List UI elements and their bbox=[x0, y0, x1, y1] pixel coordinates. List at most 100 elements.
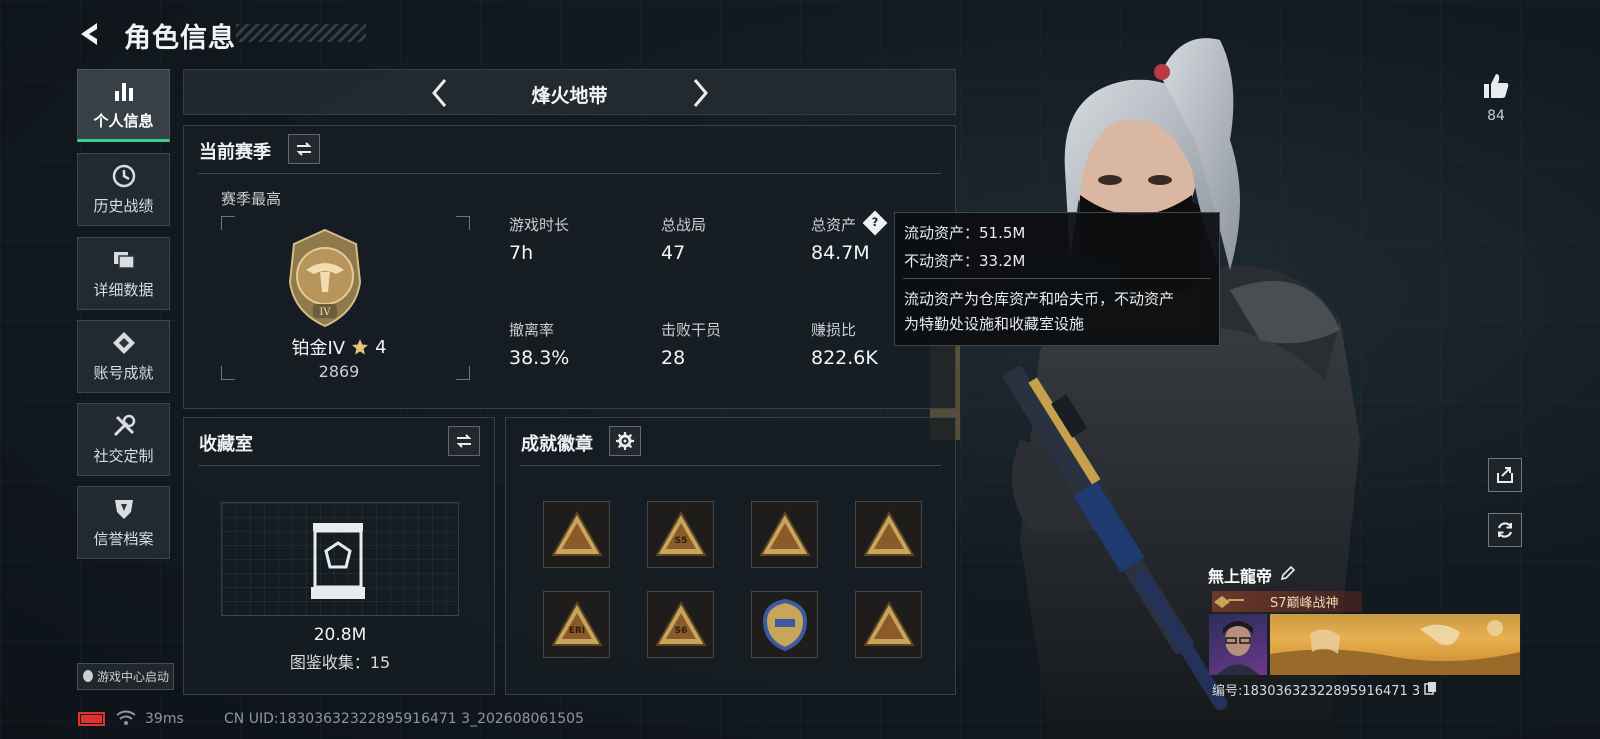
rank-name: 铂金IV bbox=[291, 338, 346, 359]
gear-icon bbox=[616, 432, 634, 450]
mode-title: 烽火地带 bbox=[531, 85, 608, 107]
badge-slot[interactable]: S5 bbox=[647, 501, 714, 568]
game-center-button[interactable]: 游戏中心启动 bbox=[77, 663, 174, 690]
edit-name-button[interactable] bbox=[1280, 565, 1296, 585]
share-button[interactable] bbox=[1488, 458, 1522, 492]
divider bbox=[520, 465, 941, 466]
assets-help-button[interactable]: ? bbox=[862, 210, 888, 236]
player-id: 编号:18303632322895916471 3 bbox=[1212, 684, 1421, 699]
thumbs-up-icon bbox=[1484, 74, 1509, 98]
nav-label: 社交定制 bbox=[93, 447, 154, 465]
stat-kills-label: 击败干员 bbox=[661, 321, 722, 339]
nav-label: 详细数据 bbox=[93, 281, 154, 299]
stat-kills-value: 28 bbox=[661, 347, 686, 369]
emblem-badge-icon bbox=[762, 598, 807, 651]
tools-icon bbox=[111, 413, 137, 439]
nav-achievements[interactable]: 账号成就 bbox=[77, 320, 170, 393]
nav-social-custom[interactable]: 社交定制 bbox=[77, 403, 170, 476]
tooltip-liquid: 流动资产：51.5M bbox=[904, 224, 1026, 242]
rank-line: 铂金IV 4 bbox=[184, 334, 494, 360]
svg-text:IV: IV bbox=[319, 307, 331, 318]
player-banner bbox=[1270, 614, 1520, 675]
stat-playtime-label: 游戏时长 bbox=[509, 216, 570, 234]
badge-slot[interactable] bbox=[751, 501, 818, 568]
season-switch-button[interactable] bbox=[288, 134, 320, 164]
pencil-icon bbox=[1280, 565, 1296, 581]
mode-selector: 烽火地带 bbox=[183, 69, 956, 115]
season-panel: 当前赛季 赛季最高 IV 铂金IV 4 2869 游戏时长 7h 总战局 47 … bbox=[183, 125, 956, 409]
badge-slot[interactable] bbox=[855, 501, 922, 568]
season-title: 当前赛季 bbox=[199, 142, 271, 163]
folder-icon bbox=[111, 247, 137, 273]
share-icon bbox=[1497, 467, 1513, 483]
tooltip-divider bbox=[903, 278, 1211, 279]
wifi-icon bbox=[116, 710, 136, 725]
player-name-row: 無上龍帝 bbox=[1208, 563, 1296, 587]
badge-slot[interactable] bbox=[751, 591, 818, 658]
back-button[interactable] bbox=[70, 14, 110, 54]
badge-slot[interactable] bbox=[543, 501, 610, 568]
badge-slot[interactable]: S6 bbox=[647, 591, 714, 658]
badge-slot[interactable]: ERI bbox=[543, 591, 610, 658]
stat-extract-label: 撤离率 bbox=[509, 321, 555, 339]
player-title: S7巅峰战神 bbox=[1270, 596, 1339, 611]
rifle-badge-icon bbox=[550, 510, 603, 556]
uid-text: CN UID:18303632322895916471 3_2026080615… bbox=[224, 711, 584, 727]
badge-slot[interactable] bbox=[855, 591, 922, 658]
battery-fill bbox=[81, 715, 102, 723]
s6-badge-icon: S6 bbox=[654, 600, 707, 646]
nav-history[interactable]: 历史战绩 bbox=[77, 153, 170, 226]
page-title: 角色信息 bbox=[124, 23, 236, 54]
nav-credit-file[interactable]: 信誉档案 bbox=[77, 486, 170, 559]
nav-label: 账号成就 bbox=[93, 364, 154, 382]
battery-icon bbox=[78, 712, 105, 726]
refresh-button[interactable] bbox=[1488, 513, 1522, 547]
title-decoration bbox=[236, 24, 366, 42]
nav-personal-info[interactable]: 个人信息 bbox=[77, 69, 170, 142]
stat-matches-value: 47 bbox=[661, 242, 686, 264]
tooltip-desc-line2: 为特勤处设施和收藏室设施 bbox=[904, 315, 1085, 333]
stat-matches-label: 总战局 bbox=[661, 216, 707, 234]
player-name: 無上龍帝 bbox=[1208, 567, 1273, 586]
stat-profit-value: 822.6K bbox=[811, 347, 878, 369]
nav-label: 历史战绩 bbox=[93, 197, 154, 215]
svg-text:ERI: ERI bbox=[568, 626, 584, 636]
frame-corner bbox=[221, 216, 235, 230]
ping-text: 39ms bbox=[145, 711, 184, 727]
nav-label: 信誉档案 bbox=[93, 530, 154, 548]
nav-detailed-data[interactable]: 详细数据 bbox=[77, 237, 170, 310]
player-avatar[interactable] bbox=[1209, 614, 1267, 675]
tooltip-fixed: 不动资产：33.2M bbox=[904, 252, 1026, 270]
badges-title: 成就徽章 bbox=[521, 434, 593, 455]
copy-icon bbox=[1424, 682, 1437, 695]
back-arrow-icon bbox=[81, 23, 97, 45]
collection-switch-button[interactable] bbox=[448, 426, 480, 456]
svg-text:S6: S6 bbox=[674, 626, 687, 636]
vest-badge-icon: S5 bbox=[654, 510, 707, 556]
assets-tooltip: 流动资产：51.5M 不动资产：33.2M 流动资产为仓库资产和哈夫币，不动资产… bbox=[894, 212, 1220, 346]
divider bbox=[198, 173, 941, 174]
badges-settings-button[interactable] bbox=[609, 426, 641, 456]
svg-text:S5: S5 bbox=[674, 536, 687, 546]
banner-art-icon bbox=[1270, 620, 1520, 675]
refresh-icon bbox=[1497, 522, 1513, 538]
next-mode-button[interactable] bbox=[684, 76, 716, 110]
stat-playtime-value: 7h bbox=[509, 242, 534, 264]
season-best-label: 赛季最高 bbox=[221, 190, 282, 208]
copy-id-button[interactable] bbox=[1424, 680, 1438, 699]
frame-corner bbox=[456, 216, 470, 230]
shield-icon bbox=[111, 496, 137, 522]
like-button[interactable] bbox=[1474, 66, 1518, 106]
swap-icon bbox=[456, 434, 472, 448]
eri-badge-icon: ERI bbox=[550, 600, 603, 646]
divider bbox=[198, 465, 480, 466]
stat-extract-value: 38.3% bbox=[509, 347, 570, 369]
title-emblem-icon bbox=[1214, 595, 1244, 608]
star-icon bbox=[352, 339, 369, 355]
player-id-row: 编号:18303632322895916471 3 bbox=[1212, 680, 1438, 699]
bar-chart-icon bbox=[111, 78, 137, 104]
collection-room-preview[interactable] bbox=[221, 502, 459, 616]
clock-icon bbox=[111, 163, 137, 189]
badges-panel: 成就徽章 S5 ERI S6 bbox=[505, 417, 956, 695]
rank-stars: 4 bbox=[375, 336, 387, 358]
